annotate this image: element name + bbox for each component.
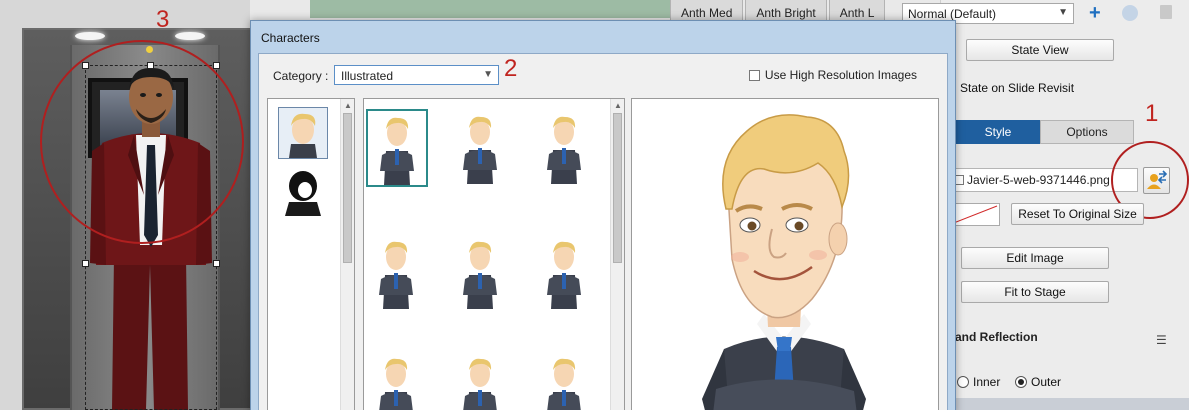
character-thumbnail bbox=[463, 116, 497, 184]
state-revisit-label: State on Slide Revisit bbox=[960, 81, 1075, 95]
radio-outer[interactable] bbox=[1015, 376, 1027, 388]
app-window: 3 Anth Med Anth Bright Anth L Normal (De… bbox=[0, 0, 1189, 410]
character-pose[interactable] bbox=[450, 109, 512, 187]
radio-inner-label: Inner bbox=[973, 375, 1001, 389]
image-file-field[interactable]: Javier-5-web-9371446.png bbox=[950, 168, 1138, 192]
dialog-body: Category : Illustrated ▼ 2 Use High Reso… bbox=[258, 53, 948, 410]
character-thumbnail bbox=[547, 241, 581, 309]
character-pose[interactable] bbox=[534, 234, 596, 312]
character-thumbnail bbox=[379, 241, 413, 309]
character-grid-scrollbar[interactable]: ▲ bbox=[610, 99, 624, 410]
character-pose[interactable] bbox=[366, 109, 428, 187]
character-pose[interactable] bbox=[534, 109, 596, 187]
chevron-down-icon: ▼ bbox=[483, 69, 493, 80]
reset-size-button[interactable]: Reset To Original Size bbox=[1011, 203, 1144, 225]
radio-outer-label: Outer bbox=[1031, 375, 1062, 389]
image-file-name: Javier-5-web-9371446.png bbox=[967, 173, 1110, 187]
callout-number-3: 3 bbox=[156, 6, 170, 33]
resize-handle[interactable] bbox=[82, 260, 89, 267]
theme-tab[interactable]: Anth L bbox=[828, 0, 886, 22]
high-res-checkbox[interactable]: Use High Resolution Images bbox=[748, 68, 917, 82]
character-preview bbox=[631, 98, 939, 410]
category-value: Illustrated bbox=[341, 69, 394, 83]
callout-number-1: 1 bbox=[1145, 100, 1159, 127]
fit-to-stage-button[interactable]: Fit to Stage bbox=[961, 281, 1109, 303]
resize-handle[interactable] bbox=[213, 260, 220, 267]
character-thumbnail bbox=[379, 358, 413, 410]
theme-tab[interactable]: Anth Med bbox=[670, 0, 744, 22]
character-thumbnail bbox=[380, 117, 414, 185]
no-color-icon bbox=[950, 205, 998, 225]
character-thumbnail bbox=[463, 241, 497, 309]
reset-state-icon[interactable] bbox=[1122, 5, 1138, 21]
edit-image-button[interactable]: Edit Image bbox=[961, 247, 1109, 269]
shadow-preset-strip bbox=[955, 398, 1189, 410]
character-grid: ▲ bbox=[363, 98, 625, 410]
category-scrollbar[interactable]: ▲ bbox=[340, 99, 354, 410]
radio-inner[interactable] bbox=[957, 376, 969, 388]
chevron-down-icon: ▼ bbox=[1058, 7, 1068, 18]
silhouette-face-icon bbox=[285, 171, 321, 216]
callout-circle bbox=[40, 40, 244, 244]
add-state-icon[interactable]: + bbox=[1089, 3, 1101, 23]
tab-options[interactable]: Options bbox=[1040, 120, 1134, 144]
category-label: Category : bbox=[273, 69, 329, 83]
character-thumbnail bbox=[463, 358, 497, 410]
category-thumb-illustrated[interactable] bbox=[278, 107, 328, 159]
character-thumbnail bbox=[547, 116, 581, 184]
character-pose[interactable] bbox=[450, 234, 512, 312]
stroke-color-swatch[interactable] bbox=[950, 203, 1000, 226]
panel-menu-icon[interactable]: ☰ bbox=[1156, 331, 1167, 349]
character-thumbnail bbox=[547, 358, 581, 410]
state-view-button[interactable]: State View bbox=[966, 39, 1114, 61]
category-select[interactable]: Illustrated ▼ bbox=[334, 65, 499, 85]
state-select-value: Normal (Default) bbox=[908, 7, 997, 21]
character-pose[interactable] bbox=[450, 351, 512, 410]
tab-style[interactable]: Style bbox=[956, 120, 1040, 144]
theme-tabs: Anth Med Anth Bright Anth L bbox=[670, 0, 887, 22]
delete-state-icon[interactable] bbox=[1160, 5, 1172, 19]
section-title: and Reflection bbox=[955, 330, 1038, 344]
characters-dialog: Characters Category : Illustrated ▼ 2 Us… bbox=[250, 20, 956, 410]
theme-tab[interactable]: Anth Bright bbox=[745, 0, 827, 22]
timeline-strip bbox=[310, 0, 670, 18]
dialog-title: Characters bbox=[261, 31, 320, 45]
resize-handle[interactable] bbox=[213, 62, 220, 69]
character-pose[interactable] bbox=[366, 351, 428, 410]
category-thumbnail-list: ▲ bbox=[267, 98, 355, 410]
character-preview-image bbox=[702, 114, 866, 410]
ceiling-light bbox=[75, 32, 105, 40]
high-res-label: Use High Resolution Images bbox=[764, 68, 917, 82]
callout-number-2: 2 bbox=[504, 55, 518, 82]
ceiling-light bbox=[175, 32, 205, 40]
cartoon-face-icon bbox=[289, 113, 317, 158]
character-pose[interactable] bbox=[534, 351, 596, 410]
character-pose[interactable] bbox=[366, 234, 428, 312]
slide-stage[interactable]: 3 bbox=[0, 0, 252, 410]
checkbox-box[interactable] bbox=[748, 70, 760, 81]
category-thumb-silhouette[interactable] bbox=[278, 165, 328, 217]
